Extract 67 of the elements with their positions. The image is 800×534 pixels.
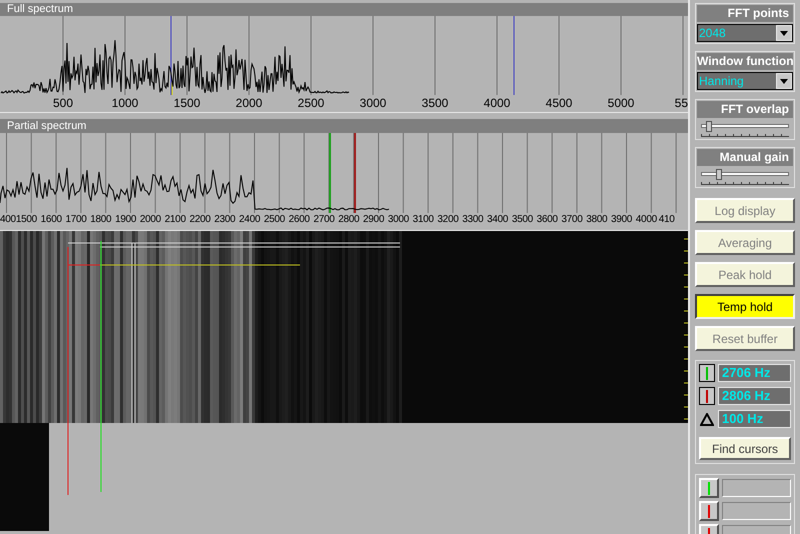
axis-label: 3200 — [436, 213, 460, 226]
axis-label: 1000 — [110, 95, 140, 112]
toggle-button[interactable]: Log display — [695, 198, 795, 223]
axis-label: 3900 — [610, 213, 634, 226]
group-title: FFT overlap — [697, 101, 793, 118]
axis-label: 3500 — [420, 95, 450, 112]
readout: 100 Hz — [718, 410, 791, 428]
group-title: Window function — [697, 53, 793, 70]
group-title: Manual gain — [697, 149, 793, 166]
axis-label: 3700 — [560, 213, 584, 226]
axis-label: 4500 — [544, 95, 574, 112]
axis-label: 1700 — [64, 213, 88, 226]
axis-label: 2900 — [362, 213, 386, 226]
caret-icon — [776, 25, 792, 41]
axis-label: 3800 — [585, 213, 608, 226]
memory-field — [722, 479, 791, 497]
axis-label: 1900 — [114, 213, 138, 226]
axis-label: 2800 — [337, 213, 360, 226]
panel-title: Full spectrum — [0, 3, 688, 16]
axis-label: 2300 — [213, 213, 236, 226]
find-cursors-button[interactable]: Find cursors — [699, 437, 791, 460]
axis-label: 1500 — [172, 95, 202, 112]
cursor-memory-button[interactable] — [699, 478, 719, 498]
axis-label: 2000 — [138, 213, 162, 226]
readout: 2806 Hz — [718, 387, 791, 405]
axis-label: 1800 — [89, 213, 112, 226]
cursor-marker-icon — [699, 387, 715, 405]
axis-label: 3500 — [510, 213, 534, 226]
axis-label: 3300 — [461, 213, 484, 226]
memory-field — [722, 502, 791, 520]
caret-icon — [776, 73, 792, 89]
axis-label: 3600 — [536, 213, 559, 226]
axis-label: 3100 — [412, 213, 435, 226]
readout: 2706 Hz — [718, 364, 791, 382]
cursor-memory-button[interactable] — [699, 501, 719, 521]
axis-label: 2000 — [234, 95, 264, 112]
dropdown[interactable]: Hanning — [697, 72, 793, 90]
axis-label: 5000 — [606, 95, 636, 112]
toggle-button[interactable]: Peak hold — [695, 262, 795, 287]
axis-label: 1600 — [40, 213, 63, 226]
axis-label: 2700 — [312, 213, 336, 226]
axis-label: 4000 — [482, 95, 512, 112]
axis-label: 500 — [52, 95, 74, 112]
axis-label: 400 — [0, 213, 14, 226]
axis-label: 4000 — [634, 213, 658, 226]
axis-label: 2200 — [188, 213, 212, 226]
dropdown[interactable]: 2048 — [697, 24, 793, 42]
axis-label: 3400 — [486, 213, 510, 226]
axis-label: 2500 — [296, 95, 326, 112]
slider-thumb[interactable] — [716, 169, 722, 180]
panel-title: Partial spectrum — [0, 119, 688, 133]
axis-label: 2500 — [262, 213, 286, 226]
group-title: FFT points — [697, 5, 793, 22]
axis-label: 2600 — [288, 213, 311, 226]
axis-label: 2100 — [164, 213, 187, 226]
axis-label: 3000 — [386, 213, 410, 226]
toggle-button[interactable]: Averaging — [695, 230, 795, 255]
toggle-button[interactable]: Temp hold — [695, 294, 795, 319]
axis-label: 2400 — [238, 213, 262, 226]
axis-label: 3000 — [358, 95, 388, 112]
slider-thumb[interactable] — [706, 121, 712, 132]
cursor-marker-icon — [699, 364, 715, 382]
axis-label: 55 — [674, 95, 688, 112]
toggle-button[interactable]: Reset buffer — [695, 326, 795, 351]
axis-label: 1500 — [16, 213, 38, 226]
axis-label: 410 — [658, 213, 676, 226]
delta-icon — [699, 410, 715, 428]
